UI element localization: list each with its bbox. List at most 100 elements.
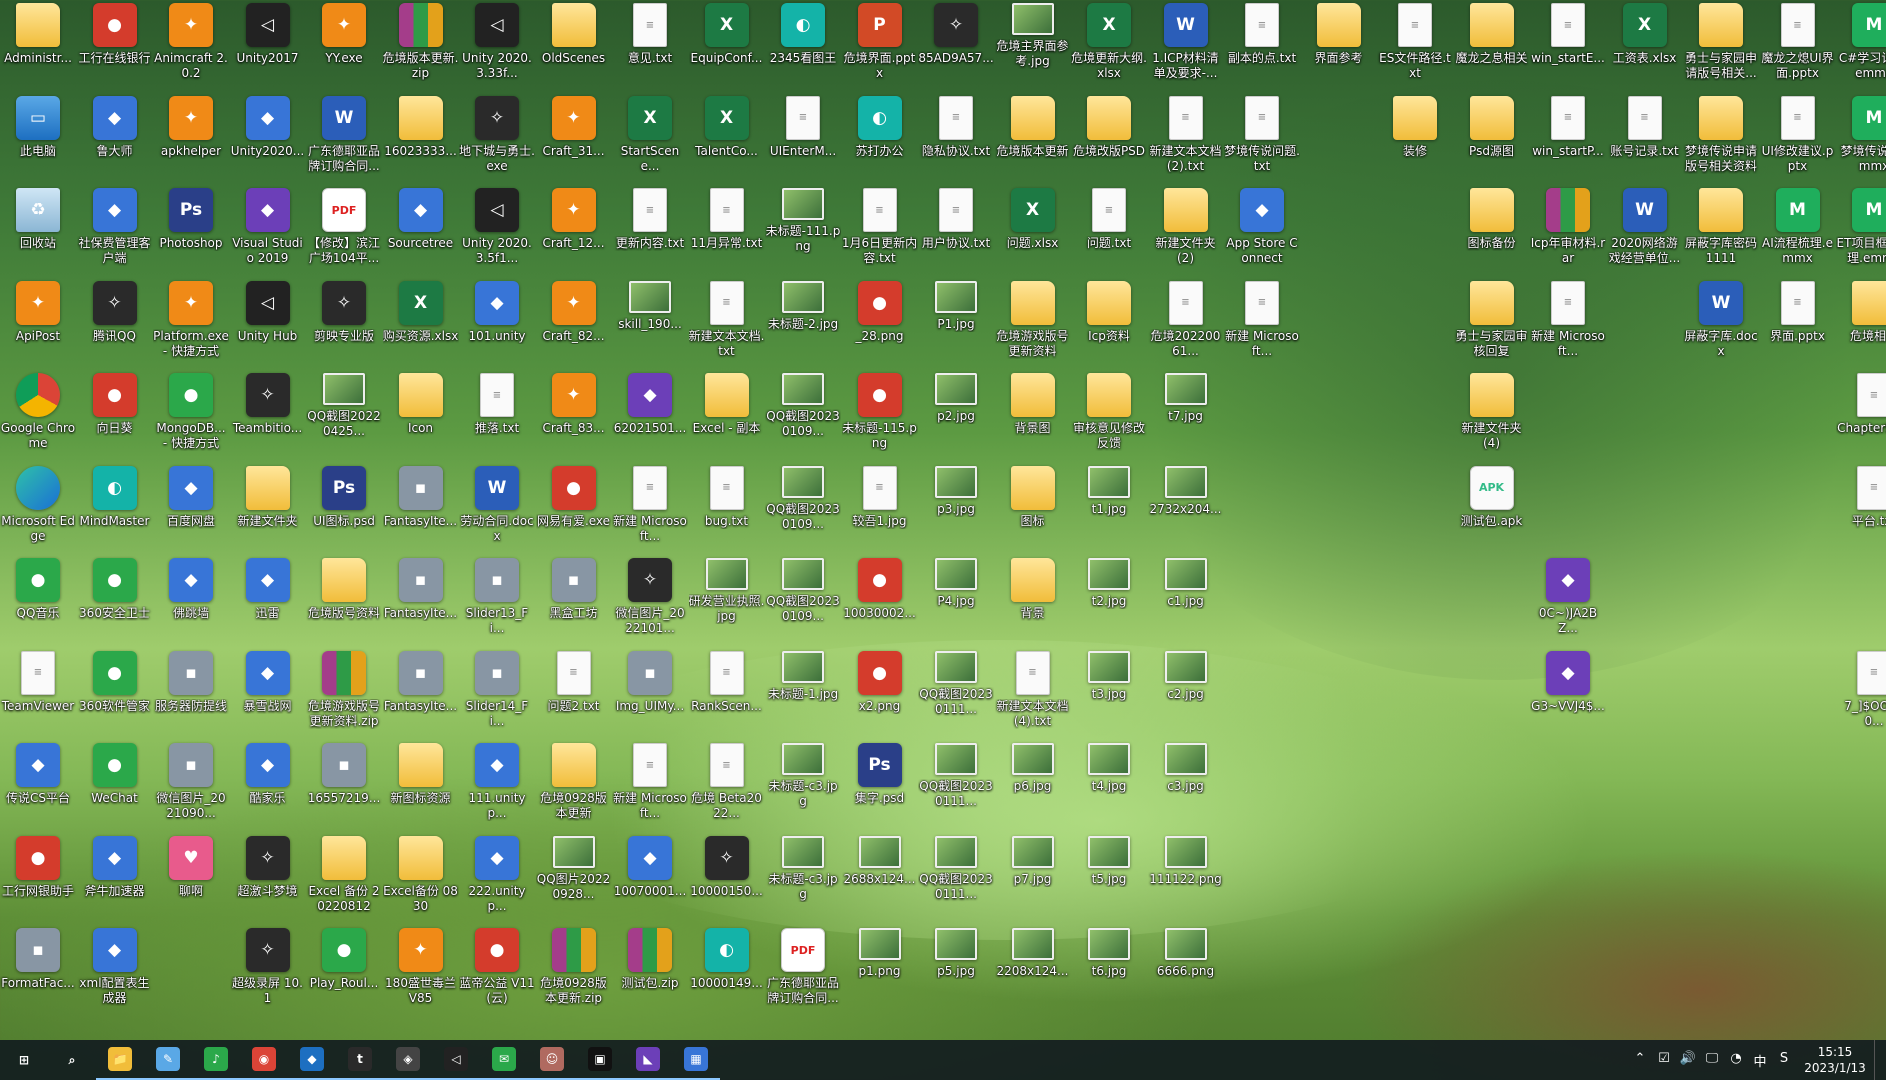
desktop-icon[interactable]: ✧ 10000150...	[689, 835, 765, 928]
desktop-icon[interactable]: ◐ MindMaster	[77, 465, 153, 558]
desktop-icon[interactable]: QQ图片20220928...	[536, 835, 612, 928]
desktop-icon[interactable]: ✦ Craft_12...	[536, 188, 612, 280]
tray-icon[interactable]: 🖵	[1700, 1051, 1724, 1070]
desktop-icon[interactable]: ≡ 问题2.txt	[536, 650, 612, 743]
desktop-icon[interactable]: 勇士与家园申请版号相关...	[1683, 3, 1759, 95]
unity-editor-app[interactable]: ◁	[432, 1040, 480, 1080]
desktop-icon[interactable]: 危境主界面参考.jpg	[995, 3, 1071, 95]
desktop-icon[interactable]: 魔龙之息相关	[1454, 3, 1530, 95]
desktop-icon[interactable]: ◆ 迅雷	[230, 558, 306, 650]
desktop-icon[interactable]: ◁ Unity Hub	[230, 280, 306, 373]
desktop-icon[interactable]: t4.jpg	[1071, 743, 1147, 835]
desktop-icon[interactable]: 界面参考	[1301, 3, 1377, 95]
desktop-icon[interactable]: ▪ 1655721​9...	[306, 743, 382, 835]
desktop-icon[interactable]: 研发营业执照.jpg	[689, 558, 765, 650]
desktop-icon[interactable]: ▪ Slider13_Fi...	[459, 558, 535, 650]
desktop-icon[interactable]: ▪ 服务器防提线	[153, 650, 229, 743]
desktop-icon[interactable]: ▪ FantasyIte...	[383, 650, 459, 743]
chrome-app[interactable]: ◉	[240, 1040, 288, 1080]
desktop-icon[interactable]: ✦ Craft_31...	[536, 95, 612, 188]
desktop-icon[interactable]: P1.jpg	[918, 280, 994, 373]
desktop-icon[interactable]: ● Play_Roul...	[306, 928, 382, 1020]
desktop-icon[interactable]: ● 未标题-115.png	[842, 373, 918, 465]
desktop-icon[interactable]: t7.jpg	[1148, 373, 1224, 465]
desktop-icon[interactable]: ● 蓝帝公益 V11 (云)	[459, 928, 535, 1020]
desktop-icon[interactable]: 111122.png	[1148, 835, 1224, 928]
desktop-icon[interactable]: QQ截图20230109...	[765, 465, 841, 558]
desktop-icon[interactable]: ◁ Unity 2020.3.33f...	[459, 3, 535, 95]
desktop-icon[interactable]: ≡ 副本的点.txt	[1224, 3, 1300, 95]
desktop-icon[interactable]: ▪ 黑盒工坊	[536, 558, 612, 650]
desktop-icon[interactable]: ✦ 180盛世毒兰 V85	[383, 928, 459, 1020]
desktop-icon[interactable]: ◐ 10000149...	[689, 928, 765, 1020]
desktop-icon[interactable]: QQ截图20230111...	[918, 650, 994, 743]
desktop-icon[interactable]: ✦ Platform.exe - 快捷方式	[153, 280, 229, 373]
desktop-icon[interactable]: ◆ Unity2020...	[230, 95, 306, 188]
desktop-icon[interactable]: P4.jpg	[918, 558, 994, 650]
desktop-icon[interactable]: M AI流程梳理.emmx	[1760, 188, 1836, 280]
tray-icon[interactable]: ☑	[1652, 1051, 1676, 1070]
desktop-icon[interactable]: ◆ 62021501...	[612, 373, 688, 465]
desktop-icon[interactable]: t3.jpg	[1071, 650, 1147, 743]
terminal-app[interactable]: ▣	[576, 1040, 624, 1080]
desktop-icon[interactable]: ≡ 1月6日更新内容.txt	[842, 188, 918, 280]
sourcetree-app[interactable]: ◆	[288, 1040, 336, 1080]
desktop-icon[interactable]: ◆ Visual Studio 2019	[230, 188, 306, 280]
file-explorer[interactable]: 📁	[96, 1040, 144, 1080]
desktop-icon[interactable]: 新建文件夹	[230, 465, 306, 558]
desktop-icon[interactable]: OldScenes	[536, 3, 612, 95]
desktop-icon[interactable]: ▪ Slider14_Fi...	[459, 650, 535, 743]
desktop-icon[interactable]: ✦ Craft_83...	[536, 373, 612, 465]
desktop-icon[interactable]: p2.jpg	[918, 373, 994, 465]
desktop-icon[interactable]: ◆ 101.unity	[459, 280, 535, 373]
start-button[interactable]: ⊞	[0, 1040, 48, 1080]
tray-icon[interactable]: S	[1772, 1051, 1796, 1070]
desktop-icon[interactable]: 2208x124...	[995, 928, 1071, 1020]
desktop-icon[interactable]: Psd源图	[1454, 95, 1530, 188]
desktop-icon[interactable]: 未标题-2.jpg	[765, 280, 841, 373]
desktop-icon[interactable]: ◆ xml配置表生成器	[77, 928, 153, 1020]
desktop-icon[interactable]: ✧ Teambitio...	[230, 373, 306, 465]
desktop-icon[interactable]: M C#学习记录.emmx	[1836, 3, 1886, 95]
desktop-icon[interactable]: ≡ 魔龙之熄UI界面.pptx	[1760, 3, 1836, 95]
desktop-icon[interactable]: ◁ Unity2017	[230, 3, 306, 95]
desktop-icon[interactable]: 危境相关	[1836, 280, 1886, 373]
desktop-icon[interactable]: 未标题-111.png	[765, 188, 841, 280]
desktop-icon[interactable]: ✧ 微信图片_2022101...	[612, 558, 688, 650]
desktop-icon[interactable]: W 劳动合同.docx	[459, 465, 535, 558]
qqmusic-app[interactable]: ♪	[192, 1040, 240, 1080]
desktop-icon[interactable]: 2688x124...	[842, 835, 918, 928]
wechat-app[interactable]: ✉	[480, 1040, 528, 1080]
desktop-icon[interactable]: Icp资料	[1071, 280, 1147, 373]
desktop-icon[interactable]: Excel 备份 20220812	[306, 835, 382, 928]
desktop-icon[interactable]: X 工资表.xlsx	[1607, 3, 1683, 95]
desktop-icon[interactable]: ◁ Unity 2020.3.5f1...	[459, 188, 535, 280]
desktop-icon[interactable]: ✧ 地下城与勇士.exe	[459, 95, 535, 188]
desktop-icon[interactable]: PDF 广东德耶亚品牌订购合同...	[765, 928, 841, 1020]
desktop-icon[interactable]: X 危境更新大纲.xlsx	[1071, 3, 1147, 95]
desktop-icon[interactable]: 危境0928版本更新.zip	[536, 928, 612, 1020]
desktop-icon[interactable]: 16023333...	[383, 95, 459, 188]
desktop-icon[interactable]: 装修	[1377, 95, 1453, 188]
desktop-icon[interactable]: ≡ 账号记录.txt	[1607, 95, 1683, 188]
desktop-icon[interactable]: ● _28.png	[842, 280, 918, 373]
desktop-icon[interactable]: X 问题.xlsx	[995, 188, 1071, 280]
desktop-icon[interactable]: ≡ 新建文本文档.txt	[689, 280, 765, 373]
desktop-icon[interactable]: Excel - 副本	[689, 373, 765, 465]
desktop-icon[interactable]: ≡ RankScen...	[689, 650, 765, 743]
desktop-icon[interactable]: W 屏蔽字库.docx	[1683, 280, 1759, 373]
desktop-icon[interactable]: ✦ ApiPost	[0, 280, 76, 373]
desktop-icon[interactable]: ✧ 超激斗梦境	[230, 835, 306, 928]
desktop-icon[interactable]: ● 工行在线银行	[77, 3, 153, 95]
desktop-icon[interactable]: ● WeChat	[77, 743, 153, 835]
desktop-icon[interactable]: ▪ FormatFac...	[0, 928, 76, 1020]
tray-icon[interactable]: 🔊	[1676, 1051, 1700, 1070]
desktop-icon[interactable]: ✧ 超级录屏 10.1	[230, 928, 306, 1020]
desktop-icon[interactable]: p5.jpg	[918, 928, 994, 1020]
show-desktop-button[interactable]	[1874, 1040, 1886, 1080]
desktop-icon[interactable]: Icp年审材料.rar	[1530, 188, 1606, 280]
unity-app[interactable]: ◈	[384, 1040, 432, 1080]
desktop-icon[interactable]: 图标	[995, 465, 1071, 558]
desktop-icon[interactable]: p3.jpg	[918, 465, 994, 558]
desktop-icon[interactable]: ✧ 剪映专业版	[306, 280, 382, 373]
